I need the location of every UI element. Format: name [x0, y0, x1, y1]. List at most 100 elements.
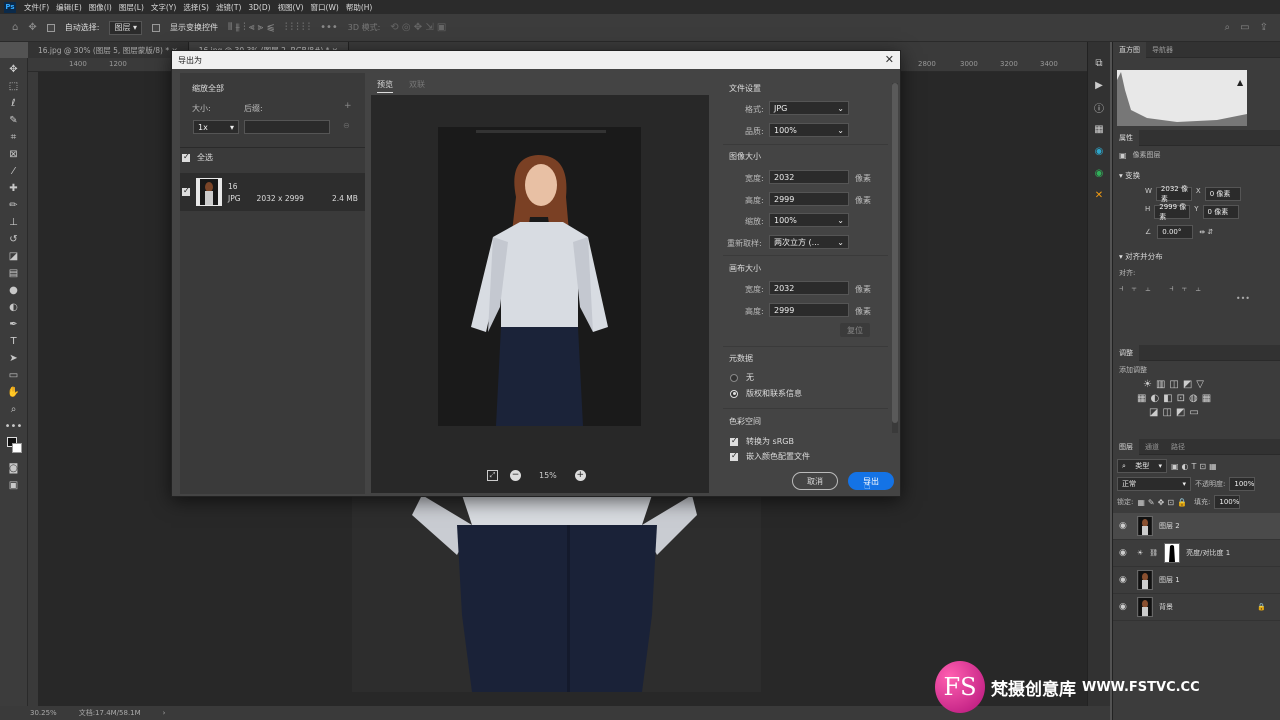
add-scale-icon[interactable]: + — [344, 101, 352, 111]
visibility-eye-icon[interactable]: ◉ — [1119, 575, 1131, 585]
metadata-none-option[interactable]: 无 — [730, 372, 754, 383]
menu-view[interactable]: 视图(V) — [278, 2, 304, 13]
layer-kind-filter[interactable]: ⌕ 类型 ▾ — [1117, 459, 1167, 473]
y-field[interactable]: 0 像素 — [1202, 205, 1239, 219]
menu-help[interactable]: 帮助(H) — [346, 2, 373, 13]
close-icon[interactable]: ✕ — [885, 53, 894, 66]
menu-layer[interactable]: 图层(L) — [119, 2, 144, 13]
tab-layers[interactable]: 图层 — [1113, 438, 1139, 455]
eyedropper-tool-icon[interactable]: ⁄ — [6, 164, 22, 178]
warning-icon[interactable]: ▲ — [1237, 78, 1243, 87]
crop-tool-icon[interactable]: ⌗ — [6, 130, 22, 144]
align-buttons[interactable]: ⫞⫟⫠ ⫞⫟⫠ — [1119, 284, 1274, 294]
format-dropdown[interactable]: JPG ⌄ — [769, 101, 849, 115]
quick-select-tool-icon[interactable]: ✎ — [6, 113, 22, 127]
marquee-tool-icon[interactable]: ⬚ — [6, 79, 22, 93]
settings-scrollbar[interactable] — [892, 83, 898, 433]
scale-dropdown[interactable]: 1x ▾ — [193, 120, 239, 134]
menu-filter[interactable]: 滤镜(T) — [216, 2, 241, 13]
visibility-eye-icon[interactable]: ◉ — [1119, 602, 1131, 612]
fit-screen-icon[interactable]: ⤢ — [487, 470, 498, 481]
convert-srgb-checkbox[interactable] — [730, 436, 738, 446]
share-icon[interactable]: ⇪ — [1260, 22, 1268, 33]
menu-image[interactable]: 图像(I) — [89, 2, 112, 13]
more-options-icon[interactable]: ••• — [1119, 294, 1250, 303]
swatches-icon[interactable]: ▦ — [1092, 122, 1106, 136]
move-tool-icon[interactable]: ✥ — [6, 62, 22, 76]
embed-profile-checkbox[interactable] — [730, 451, 738, 461]
embed-profile-option[interactable]: 嵌入颜色配置文件 — [730, 451, 810, 462]
actions-play-icon[interactable]: ▶ — [1092, 78, 1106, 92]
export-button[interactable]: 导出 — [848, 472, 894, 490]
menu-select[interactable]: 选择(S) — [183, 2, 209, 13]
blur-tool-icon[interactable]: ● — [6, 283, 22, 297]
status-arrow-icon[interactable]: › — [163, 709, 166, 717]
blend-mode-dropdown[interactable]: 正常 ▾ — [1117, 477, 1191, 491]
resample-dropdown[interactable]: 两次立方 (... ⌄ — [769, 235, 849, 249]
remove-scale-icon[interactable]: ⊖ — [343, 121, 350, 130]
metadata-copyright-radio[interactable] — [730, 389, 738, 398]
select-all-checkbox[interactable] — [182, 152, 190, 162]
image-height-field[interactable]: 2999 — [769, 192, 849, 206]
info-icon[interactable]: ⓘ — [1092, 100, 1106, 115]
adjustment-icons-row1[interactable]: ☀▥◫◩▽ — [1143, 379, 1274, 390]
path-select-icon[interactable]: ➤ — [6, 351, 22, 365]
menu-file[interactable]: 文件(F) — [24, 2, 49, 13]
tab-histogram[interactable]: 直方图 — [1113, 41, 1146, 58]
shape-tool-icon[interactable]: ▭ — [6, 368, 22, 382]
select-all-row[interactable]: 全选 — [182, 152, 213, 163]
adjustment-icons-row2[interactable]: ▦◐◧⊡◍▦ — [1137, 393, 1274, 404]
screen-mode-icon[interactable]: ▣ — [6, 478, 22, 492]
zoom-in-icon[interactable]: + — [574, 470, 586, 481]
pen-tool-icon[interactable]: ✒ — [6, 317, 22, 331]
tab-navigator[interactable]: 导航器 — [1146, 42, 1179, 58]
home-icon[interactable]: ⌂ — [12, 22, 18, 33]
zoom-level[interactable]: 30.25% — [30, 709, 57, 717]
plugin-tk-icon[interactable]: ◉ — [1092, 144, 1106, 158]
3d-mode-icons[interactable]: ⟲ ◎ ✥ ⇲ ▣ — [390, 22, 446, 33]
more-tools-icon[interactable]: ••• — [5, 419, 23, 433]
w-field[interactable]: 2032 像素 — [1155, 185, 1192, 203]
fill-field[interactable]: 100% — [1214, 495, 1241, 509]
history-brush-icon[interactable]: ↺ — [6, 232, 22, 246]
tab-preview[interactable]: 预览 — [377, 79, 393, 93]
convert-srgb-option[interactable]: 转换为 sRGB — [730, 436, 794, 447]
auto-select-dropdown[interactable]: 图层 ▾ — [109, 20, 143, 35]
gradient-tool-icon[interactable]: ▤ — [6, 266, 22, 280]
image-width-field[interactable]: 2032 — [769, 170, 849, 184]
distribute-icons[interactable]: ⫶ ⫶ ⫶ ⫶ ⫶ — [285, 22, 310, 33]
quick-mask-icon[interactable]: ◙ — [6, 461, 22, 475]
lock-icons[interactable]: ▦✎✥⊡🔒 — [1137, 498, 1190, 507]
visibility-eye-icon[interactable]: ◉ — [1119, 521, 1131, 531]
menu-3d[interactable]: 3D(D) — [248, 3, 270, 12]
menu-type[interactable]: 文字(Y) — [151, 2, 176, 13]
adjustment-icons-row3[interactable]: ◪◫◩▭ — [1149, 407, 1274, 418]
suffix-input[interactable] — [244, 120, 330, 134]
tab-paths[interactable]: 路径 — [1165, 439, 1191, 455]
zoom-tool-icon[interactable]: ⌕ — [6, 402, 22, 416]
tab-properties[interactable]: 属性 — [1113, 129, 1139, 146]
quality-dropdown[interactable]: 100% ⌄ — [769, 123, 849, 137]
type-tool-icon[interactable]: T — [6, 334, 22, 348]
layer-filter-icons[interactable]: ▣◐T⊡▦ — [1171, 462, 1220, 471]
h-field[interactable]: 2999 像素 — [1154, 203, 1191, 221]
plugin-tk2-icon[interactable]: ◉ — [1092, 166, 1106, 180]
tab-adjustments[interactable]: 调整 — [1113, 344, 1139, 361]
tab-channels[interactable]: 通道 — [1139, 439, 1165, 455]
search-icon[interactable]: ⌕ — [1225, 22, 1231, 33]
align-icons[interactable]: ⫴ ⫵ ⫶ ⫷ ⫸ ⫹ — [228, 22, 275, 33]
cancel-button[interactable]: 取消 — [792, 472, 838, 490]
show-transform-checkbox[interactable] — [152, 23, 161, 32]
dodge-tool-icon[interactable]: ◐ — [6, 300, 22, 314]
layer-row[interactable]: ◉ 图层 2 — [1113, 513, 1280, 540]
align-heading[interactable]: ▾ 对齐并分布 — [1119, 251, 1274, 262]
flip-icons[interactable]: ⇹ ⇵ — [1199, 228, 1213, 236]
file-checkbox[interactable] — [182, 186, 190, 196]
workspace-icon[interactable]: ▭ — [1240, 22, 1249, 33]
file-list-item[interactable]: 16 JPG 2032 x 2999 2.4 MB — [180, 173, 365, 211]
brush-tool-icon[interactable]: ✏ — [6, 198, 22, 212]
menu-edit[interactable]: 编辑(E) — [56, 2, 82, 13]
opacity-field[interactable]: 100% — [1229, 477, 1256, 491]
healing-tool-icon[interactable]: ✚ — [6, 181, 22, 195]
layer-row[interactable]: ◉ 图层 1 — [1113, 567, 1280, 594]
